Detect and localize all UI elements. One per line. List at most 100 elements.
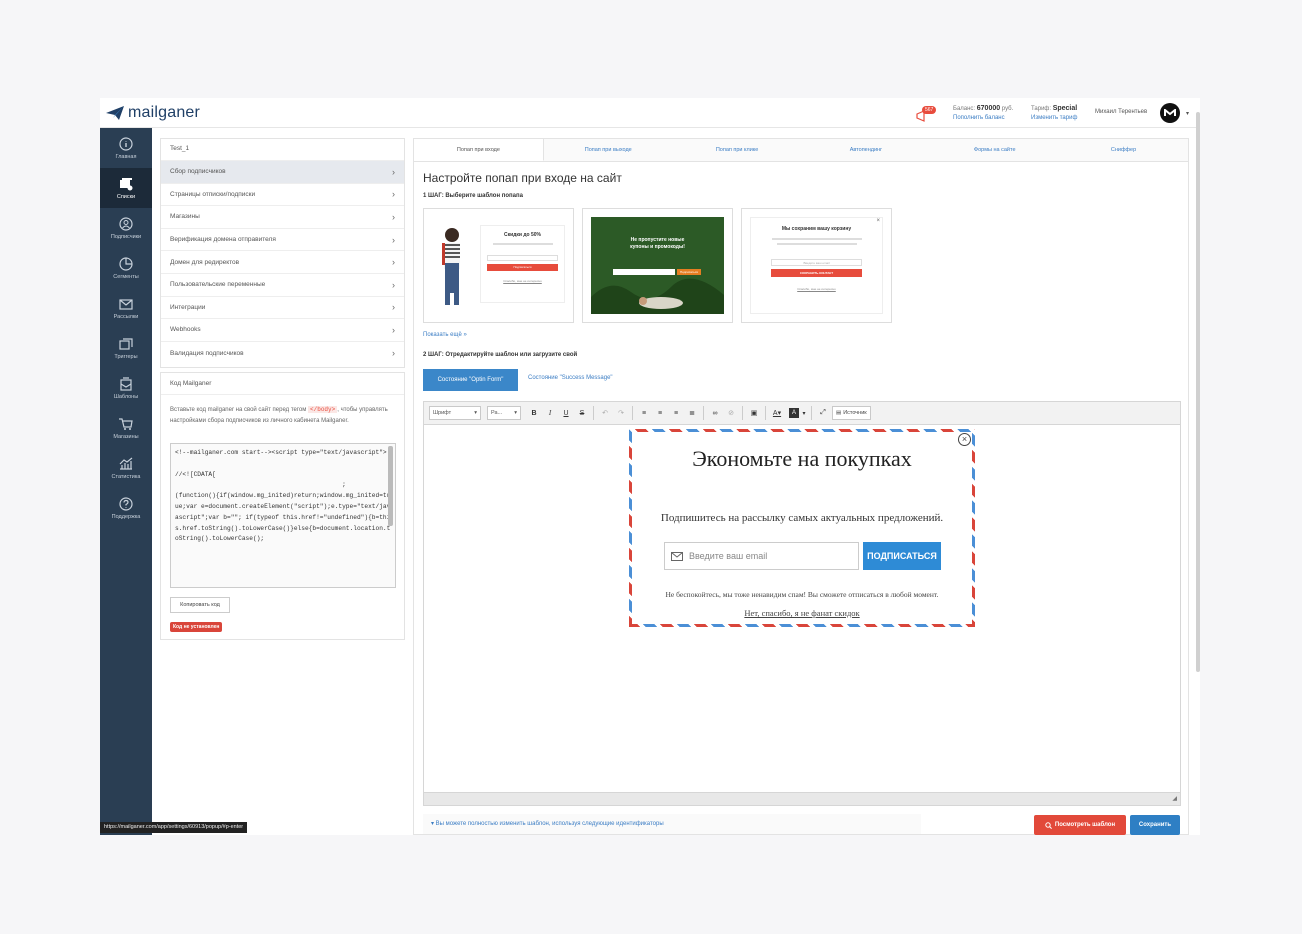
- caret-down-icon[interactable]: ▾: [801, 406, 807, 420]
- size-select-label: Ра...: [491, 410, 503, 416]
- chevron-right-icon: ›: [392, 302, 395, 313]
- sidebar-item-subscribers[interactable]: Подписчики: [100, 208, 152, 248]
- source-button[interactable]: ▤ Источник: [832, 406, 871, 420]
- align-center-icon[interactable]: ≡: [653, 406, 667, 420]
- user-name[interactable]: Михаил Терентьев: [1095, 109, 1147, 115]
- envelope-icon: [671, 551, 683, 561]
- tab-site-forms[interactable]: Формы на сайте: [930, 139, 1060, 161]
- size-select[interactable]: Ра... ▾: [487, 406, 521, 420]
- chevron-down-icon[interactable]: ▾: [1186, 110, 1189, 117]
- state-optin-button[interactable]: Состояние "Optin Form": [423, 369, 518, 391]
- subscribe-button[interactable]: ПОДПИСАТЬСЯ: [863, 542, 941, 570]
- redo-icon[interactable]: ↷: [614, 406, 628, 420]
- unlink-icon[interactable]: ⊘: [724, 406, 738, 420]
- balance-value: 670000: [976, 105, 1001, 112]
- menu-item-label: Webhooks: [170, 326, 201, 334]
- settings-menu: Test_1 Сбор подписчиков › Страницы отписк…: [160, 138, 405, 368]
- code-textarea[interactable]: <!--mailganer.com start--><script type="…: [170, 443, 396, 588]
- template-card-2[interactable]: Не пропустите новые купоны и промокоды! …: [582, 208, 733, 323]
- menu-item-label: Интеграции: [170, 303, 206, 311]
- scrollbar[interactable]: [388, 446, 393, 526]
- sidebar-item-label: Статистика: [111, 473, 141, 480]
- change-tariff-link[interactable]: Изменить тариф: [1031, 114, 1077, 123]
- chevron-right-icon: ›: [392, 257, 395, 268]
- sidebar-item-label: Триггеры: [114, 353, 138, 360]
- template-card-1[interactable]: Скидки до 50% Подписаться Спасибо, мне н…: [423, 208, 574, 323]
- menu-item-label: Верификация домена отправителя: [170, 236, 276, 244]
- image-icon[interactable]: ▣: [747, 406, 761, 420]
- sidebar-item-support[interactable]: Поддержка: [100, 488, 152, 528]
- strikethrough-icon[interactable]: S: [575, 406, 589, 420]
- tariff-block: Тариф: Special Изменить тариф: [1031, 104, 1077, 123]
- tab-sniffer[interactable]: Сниффер: [1059, 139, 1188, 161]
- preview-template-button[interactable]: Посмотреть шаблон: [1034, 815, 1126, 835]
- cart-icon: [119, 417, 133, 430]
- menu-item-unsubscribe-pages[interactable]: Страницы отписки/подписки ›: [161, 184, 404, 207]
- divider: [765, 406, 766, 420]
- sidebar-item-triggers[interactable]: Триггеры: [100, 328, 152, 368]
- show-more-link[interactable]: Показать ещё »: [423, 332, 467, 338]
- email-field[interactable]: Введите ваш email: [664, 542, 859, 570]
- menu-item-webhooks[interactable]: Webhooks ›: [161, 319, 404, 342]
- copy-code-button[interactable]: Копировать код: [170, 597, 230, 613]
- avatar[interactable]: [1160, 103, 1180, 123]
- template-card-3[interactable]: × Мы сохраним вашу корзину Введите ваш e…: [741, 208, 892, 323]
- italic-icon[interactable]: I: [543, 406, 557, 420]
- notification-badge: 567: [922, 106, 937, 114]
- divider: [703, 406, 704, 420]
- app-window: mailganer 567 Баланс: 670000 руб. Пополн…: [100, 98, 1200, 835]
- decline-link[interactable]: Нет, спасибо, я не фанат скидок: [632, 608, 972, 618]
- sidebar-item-campaigns[interactable]: Рассылки: [100, 288, 152, 328]
- sidebar-item-home[interactable]: Главная: [100, 128, 152, 168]
- link-icon[interactable]: ∞: [708, 406, 722, 420]
- menu-item-collect-subscribers[interactable]: Сбор подписчиков ›: [161, 161, 404, 184]
- menu-item-label: Страницы отписки/подписки: [170, 190, 256, 198]
- sidebar-item-stats[interactable]: Статистика: [100, 448, 152, 488]
- notifications-button[interactable]: 567: [916, 106, 937, 122]
- undo-icon[interactable]: ↶: [598, 406, 612, 420]
- tab-autopending[interactable]: Автопендинг: [801, 139, 931, 161]
- text-color-icon[interactable]: A▾: [770, 406, 784, 420]
- chevron-right-icon: ›: [392, 189, 395, 200]
- menu-item-subscriber-validation[interactable]: Валидация подписчиков ›: [161, 342, 404, 365]
- status-badge: Код не установлен: [170, 622, 223, 632]
- background-color-icon[interactable]: A: [789, 408, 799, 418]
- logo[interactable]: mailganer: [106, 104, 200, 122]
- email-placeholder: Введите ваш email: [689, 551, 768, 561]
- align-left-icon[interactable]: ≡: [637, 406, 651, 420]
- code-panel-description: Вставьте код mailganer на свой сайт пере…: [170, 405, 395, 426]
- save-button[interactable]: Сохранить: [1130, 815, 1180, 835]
- menu-item-shops[interactable]: Магазины ›: [161, 206, 404, 229]
- align-justify-icon[interactable]: ≣: [685, 406, 699, 420]
- identifiers-hint[interactable]: ▾ Вы можете полностью изменить шаблон, и…: [423, 814, 921, 834]
- editor-canvas[interactable]: × Экономьте на покупках Подпишитесь на р…: [423, 425, 1181, 793]
- font-select-label: Шрифт: [433, 410, 452, 416]
- resize-handle-icon[interactable]: ◢: [1172, 795, 1177, 802]
- sidebar-item-shops[interactable]: Магазины: [100, 408, 152, 448]
- tab-click-popup[interactable]: Попап при клике: [672, 139, 802, 161]
- template-button: СОХРАНИТЬ КОНТАКТ: [771, 269, 862, 277]
- page-scrollbar[interactable]: [1196, 112, 1200, 672]
- sidebar-item-label: Списки: [116, 193, 136, 200]
- menu-item-domain-verification[interactable]: Верификация домена отправителя ›: [161, 229, 404, 252]
- menu-item-custom-variables[interactable]: Пользовательские переменные ›: [161, 274, 404, 297]
- fullscreen-icon[interactable]: ⤢: [816, 406, 830, 420]
- menu-item-redirect-domain[interactable]: Домен для редиректов ›: [161, 251, 404, 274]
- align-right-icon[interactable]: ≡: [669, 406, 683, 420]
- sidebar-item-templates[interactable]: Шаблоны: [100, 368, 152, 408]
- bold-icon[interactable]: B: [527, 406, 541, 420]
- sidebar-item-lists[interactable]: Списки: [100, 168, 152, 208]
- tab-enter-popup[interactable]: Попап при входе: [414, 139, 544, 161]
- font-select[interactable]: Шрифт ▾: [429, 406, 481, 420]
- sidebar-item-label: Шаблоны: [113, 393, 139, 400]
- logo-text: mailganer: [128, 104, 201, 121]
- state-success-link[interactable]: Состояние "Success Message": [528, 375, 613, 381]
- close-icon[interactable]: ×: [958, 433, 971, 446]
- underline-icon[interactable]: U: [559, 406, 573, 420]
- tab-exit-popup[interactable]: Попап при выходе: [543, 139, 673, 161]
- top-up-link[interactable]: Пополнить баланс: [953, 114, 1013, 123]
- show-more-label: Показать ещё: [423, 332, 462, 338]
- popup-title: Экономьте на покупках: [692, 446, 912, 471]
- sidebar-item-segments[interactable]: Сегменты: [100, 248, 152, 288]
- menu-item-integrations[interactable]: Интеграции ›: [161, 297, 404, 320]
